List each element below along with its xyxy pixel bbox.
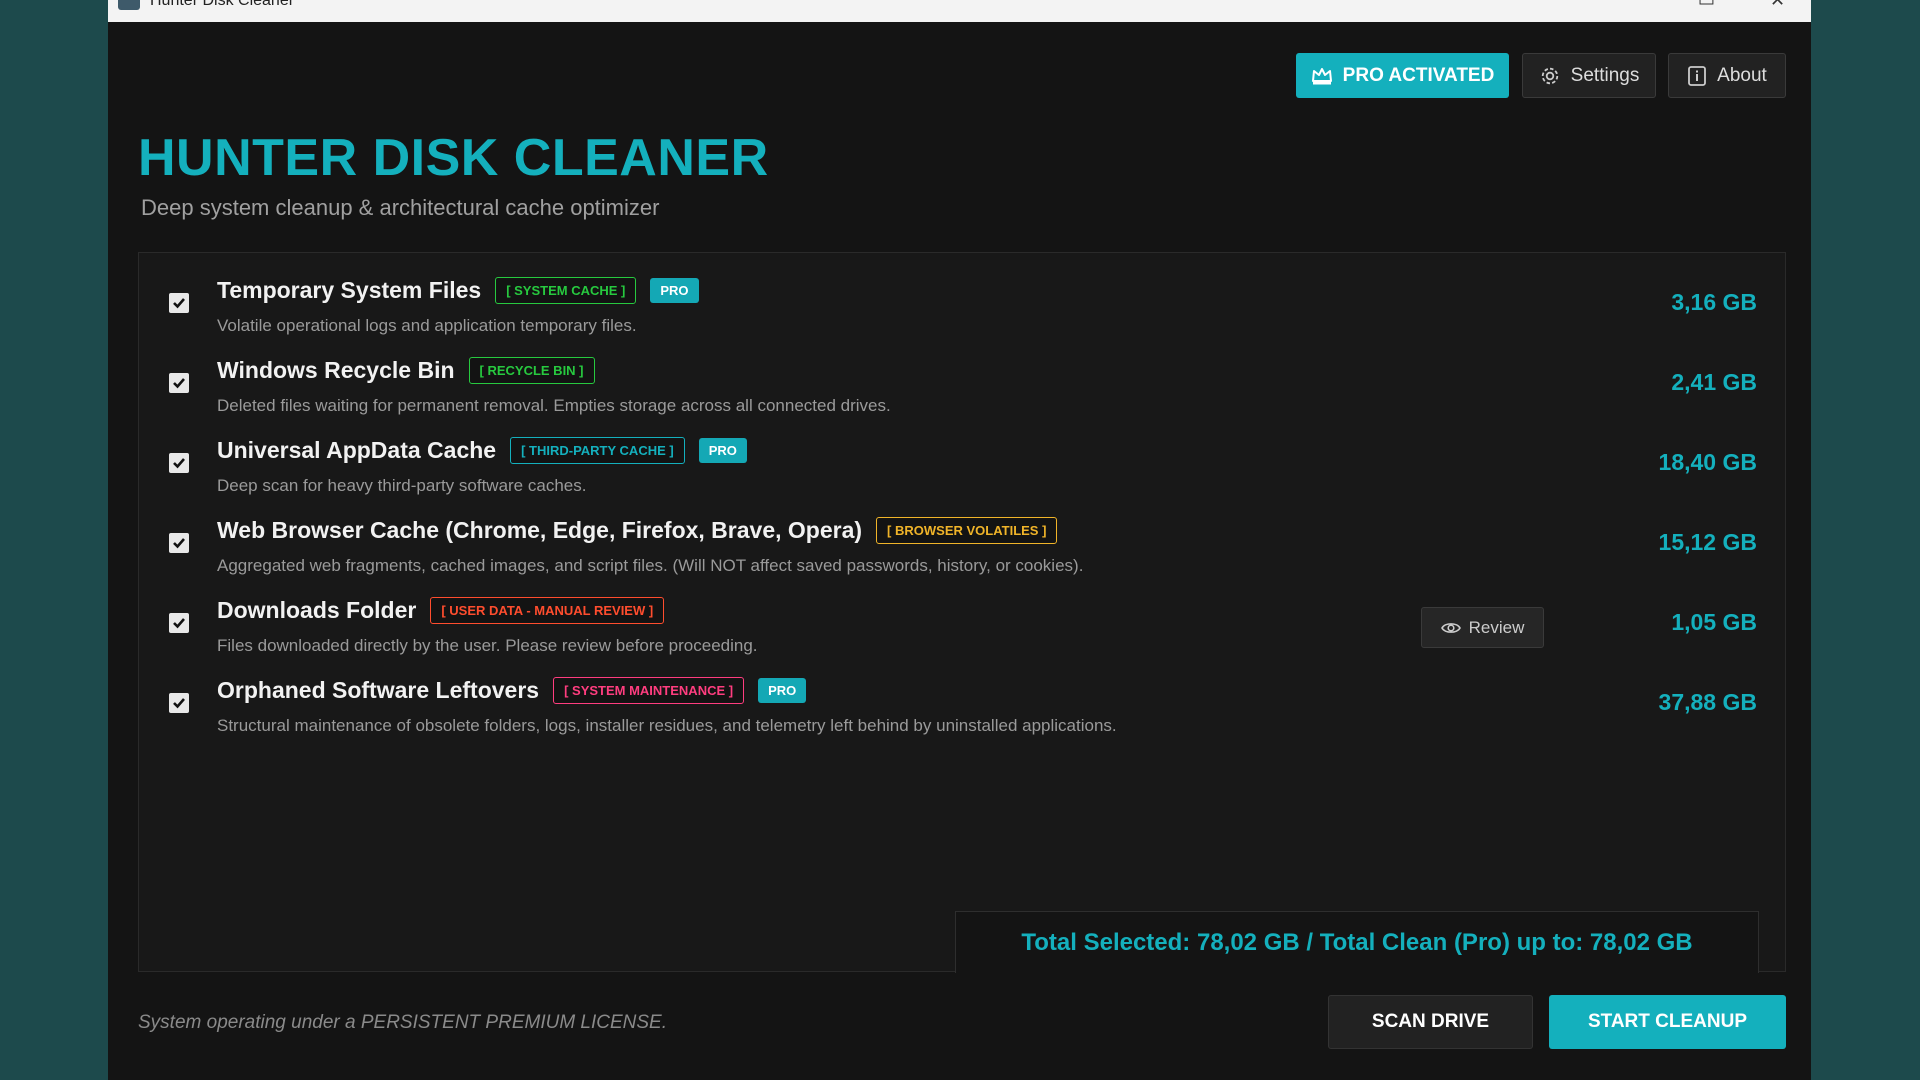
total-selected-summary: Total Selected: 78,02 GB / Total Clean (… — [955, 911, 1759, 973]
item-header: Universal AppData Cache [ THIRD-PARTY CA… — [217, 437, 747, 464]
cleanup-item-browser-cache: Web Browser Cache (Chrome, Edge, Firefox… — [139, 501, 1785, 581]
category-tag: [ SYSTEM CACHE ] — [495, 277, 637, 304]
checkmark-icon — [173, 458, 185, 469]
cleanup-item-downloads: Downloads Folder [ USER DATA - MANUAL RE… — [139, 581, 1785, 661]
cleanup-item-temporary-files: Temporary System Files [ SYSTEM CACHE ] … — [139, 261, 1785, 341]
item-name: Orphaned Software Leftovers — [217, 677, 540, 703]
cleanup-item-orphaned-leftovers: Orphaned Software Leftovers [ SYSTEM MAI… — [139, 661, 1785, 741]
item-name: Web Browser Cache (Chrome, Edge, Firefox… — [217, 517, 863, 543]
item-size: 18,40 GB — [1658, 449, 1757, 475]
item-description: Deleted files waiting for permanent remo… — [217, 396, 891, 415]
item-description: Structural maintenance of obsolete folde… — [217, 716, 1117, 735]
item-name: Temporary System Files — [217, 277, 482, 303]
item-description: Files downloaded directly by the user. P… — [217, 636, 758, 655]
item-size: 15,12 GB — [1658, 529, 1757, 555]
category-tag: [ THIRD-PARTY CACHE ] — [510, 437, 685, 464]
start-cleanup-button[interactable]: START CLEANUP — [1549, 995, 1786, 1049]
item-description: Volatile operational logs and applicatio… — [217, 316, 637, 335]
about-label: About — [1717, 64, 1767, 86]
item-header: Web Browser Cache (Chrome, Edge, Firefox… — [217, 517, 1058, 544]
checkmark-icon — [173, 378, 185, 389]
about-button[interactable]: About — [1668, 53, 1786, 98]
item-name: Universal AppData Cache — [217, 437, 497, 463]
checkmark-icon — [173, 538, 185, 549]
review-button[interactable]: Review — [1421, 607, 1544, 648]
checkmark-icon — [173, 298, 185, 309]
license-status-text: System operating under a PERSISTENT PREM… — [138, 1012, 668, 1033]
category-tag: [ RECYCLE BIN ] — [468, 357, 595, 384]
item-header: Temporary System Files [ SYSTEM CACHE ] … — [217, 277, 699, 304]
pro-activated-button[interactable]: PRO ACTIVATED — [1296, 53, 1509, 98]
info-icon — [1688, 65, 1707, 86]
category-tag: [ SYSTEM MAINTENANCE ] — [553, 677, 745, 704]
item-checkbox[interactable] — [169, 693, 189, 713]
item-checkbox[interactable] — [169, 373, 189, 393]
checkmark-icon — [173, 618, 185, 629]
checkmark-icon — [173, 698, 185, 709]
item-checkbox[interactable] — [169, 453, 189, 473]
eye-icon — [1440, 622, 1461, 633]
title-bar: Hunter Disk Cleaner ▭ ✕ — [108, 0, 1811, 22]
pro-badge: PRO — [650, 278, 699, 303]
item-name: Windows Recycle Bin — [217, 357, 455, 383]
item-size: 2,41 GB — [1671, 369, 1757, 395]
item-description: Deep scan for heavy third-party software… — [217, 476, 587, 495]
app-icon — [118, 0, 140, 10]
item-size: 37,88 GB — [1658, 689, 1757, 715]
settings-label: Settings — [1570, 64, 1640, 86]
item-header: Downloads Folder [ USER DATA - MANUAL RE… — [217, 597, 665, 624]
gear-icon — [1541, 67, 1558, 84]
scan-drive-button[interactable]: SCAN DRIVE — [1328, 995, 1533, 1049]
settings-button[interactable]: Settings — [1522, 53, 1656, 98]
category-tag: [ BROWSER VOLATILES ] — [876, 517, 1058, 544]
app-window: Hunter Disk Cleaner ▭ ✕ PRO ACTIVATED Se… — [108, 0, 1811, 1080]
item-size: 3,16 GB — [1671, 289, 1757, 315]
pro-activated-label: PRO ACTIVATED — [1342, 64, 1495, 86]
item-header: Orphaned Software Leftovers [ SYSTEM MAI… — [217, 677, 807, 704]
pro-badge: PRO — [698, 438, 747, 463]
cleanup-item-recycle-bin: Windows Recycle Bin [ RECYCLE BIN ] Dele… — [139, 341, 1785, 421]
category-tag: [ USER DATA - MANUAL REVIEW ] — [430, 597, 665, 624]
crown-icon — [1311, 67, 1332, 84]
item-checkbox[interactable] — [169, 533, 189, 553]
item-checkbox[interactable] — [169, 293, 189, 313]
cleanup-item-appdata-cache: Universal AppData Cache [ THIRD-PARTY CA… — [139, 421, 1785, 501]
maximize-icon[interactable]: ▭ — [1698, 0, 1715, 11]
review-label: Review — [1468, 617, 1525, 637]
window-title: Hunter Disk Cleaner — [150, 0, 295, 9]
item-size: 1,05 GB — [1671, 609, 1757, 635]
pro-badge: PRO — [758, 678, 807, 703]
item-checkbox[interactable] — [169, 613, 189, 633]
item-name: Downloads Folder — [217, 597, 417, 623]
app-title: HUNTER DISK CLEANER — [138, 129, 769, 187]
close-icon[interactable]: ✕ — [1770, 0, 1785, 11]
item-description: Aggregated web fragments, cached images,… — [217, 556, 1084, 575]
item-header: Windows Recycle Bin [ RECYCLE BIN ] — [217, 357, 595, 384]
app-subtitle: Deep system cleanup & architectural cach… — [141, 195, 660, 220]
cleanup-items-panel: Temporary System Files [ SYSTEM CACHE ] … — [138, 252, 1786, 973]
